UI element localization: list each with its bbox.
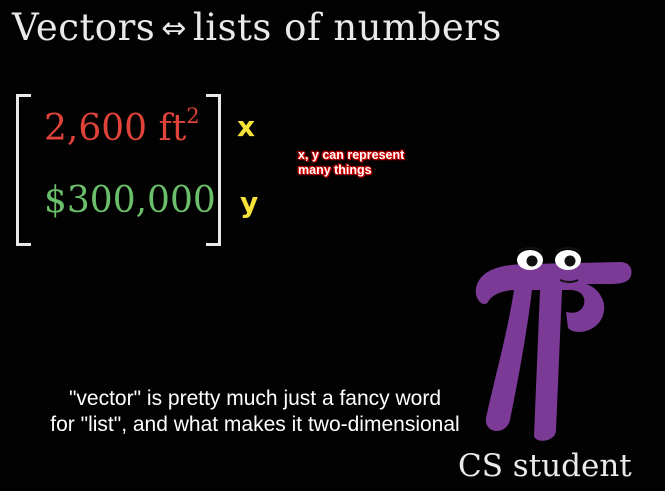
title-left: Vectors <box>12 6 156 49</box>
area-exponent: 2 <box>186 104 200 128</box>
character-label: CS student <box>458 448 632 484</box>
left-bracket <box>16 94 31 246</box>
pi-creature-icon <box>475 247 632 441</box>
double-arrow-icon: ⇔ <box>161 11 187 46</box>
subtitle-line-1: "vector" is pretty much just a fancy wor… <box>68 387 442 410</box>
video-subtitle: "vector" is pretty much just a fancy wor… <box>20 386 490 438</box>
annotation-note: x, y can represent many things <box>298 148 404 178</box>
subtitle-line-2: for "list", and what makes it two-dimens… <box>50 413 460 436</box>
vector-entry-price: $300,000 <box>44 180 216 221</box>
area-value: 2,600 ft <box>44 108 187 149</box>
label-x: x <box>237 110 256 143</box>
label-y: y <box>240 186 259 219</box>
vector-entry-area: 2,600 ft2 <box>44 104 200 149</box>
annotation-line-2: many things <box>298 163 372 177</box>
video-frame: Vectors ⇔ lists of numbers 2,600 ft2 $300,… <box>0 0 665 491</box>
annotation-line-1: x, y can represent <box>298 148 405 162</box>
slide-title: Vectors ⇔ lists of numbers <box>12 6 502 49</box>
right-bracket <box>206 94 221 246</box>
title-right: lists of numbers <box>192 6 502 49</box>
